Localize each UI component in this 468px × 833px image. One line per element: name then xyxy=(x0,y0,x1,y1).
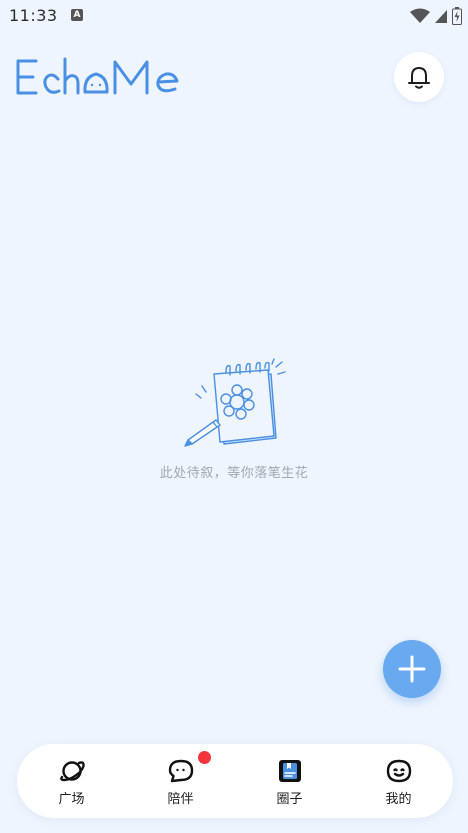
nav-label-me: 我的 xyxy=(385,792,412,807)
notification-a-icon: A xyxy=(71,9,83,21)
status-time: 11:33 xyxy=(9,6,58,25)
bell-icon xyxy=(408,67,430,89)
notebook-pencil-icon xyxy=(180,358,286,450)
signal-icon xyxy=(435,10,447,23)
nav-label-square: 广场 xyxy=(58,792,85,807)
nav-item-companion[interactable]: 陪伴 xyxy=(126,744,235,818)
notification-bell-button[interactable] xyxy=(394,52,444,102)
nav-label-companion: 陪伴 xyxy=(167,792,194,807)
wifi-icon xyxy=(410,8,430,23)
status-bar: 11:33 A xyxy=(0,0,468,32)
unread-badge xyxy=(198,751,211,764)
echome-logo xyxy=(14,54,194,102)
battery-icon xyxy=(452,7,462,25)
plus-icon xyxy=(398,655,426,683)
empty-state-message: 此处待叙，等你落笔生花 xyxy=(159,466,309,481)
add-post-button[interactable] xyxy=(383,640,441,698)
nav-item-me[interactable]: 我的 xyxy=(344,744,453,818)
status-icons xyxy=(410,6,462,26)
chat-bubble-icon xyxy=(168,759,194,783)
planet-icon xyxy=(60,761,85,782)
smile-face-icon xyxy=(386,759,412,783)
nav-item-square[interactable]: 广场 xyxy=(17,744,126,818)
nav-label-circle: 圈子 xyxy=(276,792,303,807)
bottom-nav: 广场 陪伴 圈子 我的 xyxy=(17,744,453,818)
nav-item-circle[interactable]: 圈子 xyxy=(235,744,344,818)
card-icon xyxy=(279,760,301,782)
